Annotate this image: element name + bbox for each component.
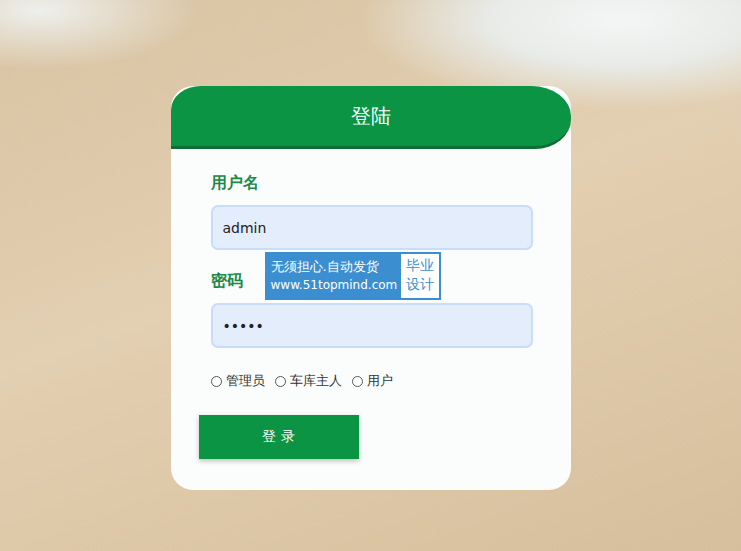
watermark: 无须担心.自动发货 www.51topmind.com 毕业设计 — [265, 252, 442, 300]
watermark-side: 毕业设计 — [401, 254, 439, 298]
field-input[interactable] — [211, 303, 533, 348]
login-card: 登陆 用户名 密码 管理员 车库主人 用户 登 录 无须担心.自动发货 www.… — [171, 86, 571, 490]
login-button[interactable]: 登 录 — [199, 415, 359, 459]
field-label: 用户名 — [211, 173, 533, 193]
radio-circle-icon[interactable] — [275, 376, 286, 387]
radio-circle-icon[interactable] — [211, 376, 222, 387]
watermark-text: 无须担心.自动发货 www.51topmind.com — [267, 254, 402, 298]
login-form: 用户名 密码 管理员 车库主人 用户 登 录 — [171, 149, 571, 490]
role-label: 管理员 — [226, 372, 265, 390]
role-radio[interactable]: 用户 — [352, 372, 393, 390]
radio-circle-icon[interactable] — [352, 376, 363, 387]
role-group: 管理员 车库主人 用户 — [211, 372, 533, 390]
login-title: 登陆 — [351, 103, 391, 130]
role-radio[interactable]: 管理员 — [211, 372, 265, 390]
field-input[interactable] — [211, 205, 533, 250]
role-label: 车库主人 — [290, 372, 342, 390]
role-label: 用户 — [367, 372, 393, 390]
login-header: 登陆 — [171, 86, 571, 149]
role-radio[interactable]: 车库主人 — [275, 372, 342, 390]
login-page: 登陆 用户名 密码 管理员 车库主人 用户 登 录 无须担心.自动发货 www.… — [0, 0, 741, 551]
